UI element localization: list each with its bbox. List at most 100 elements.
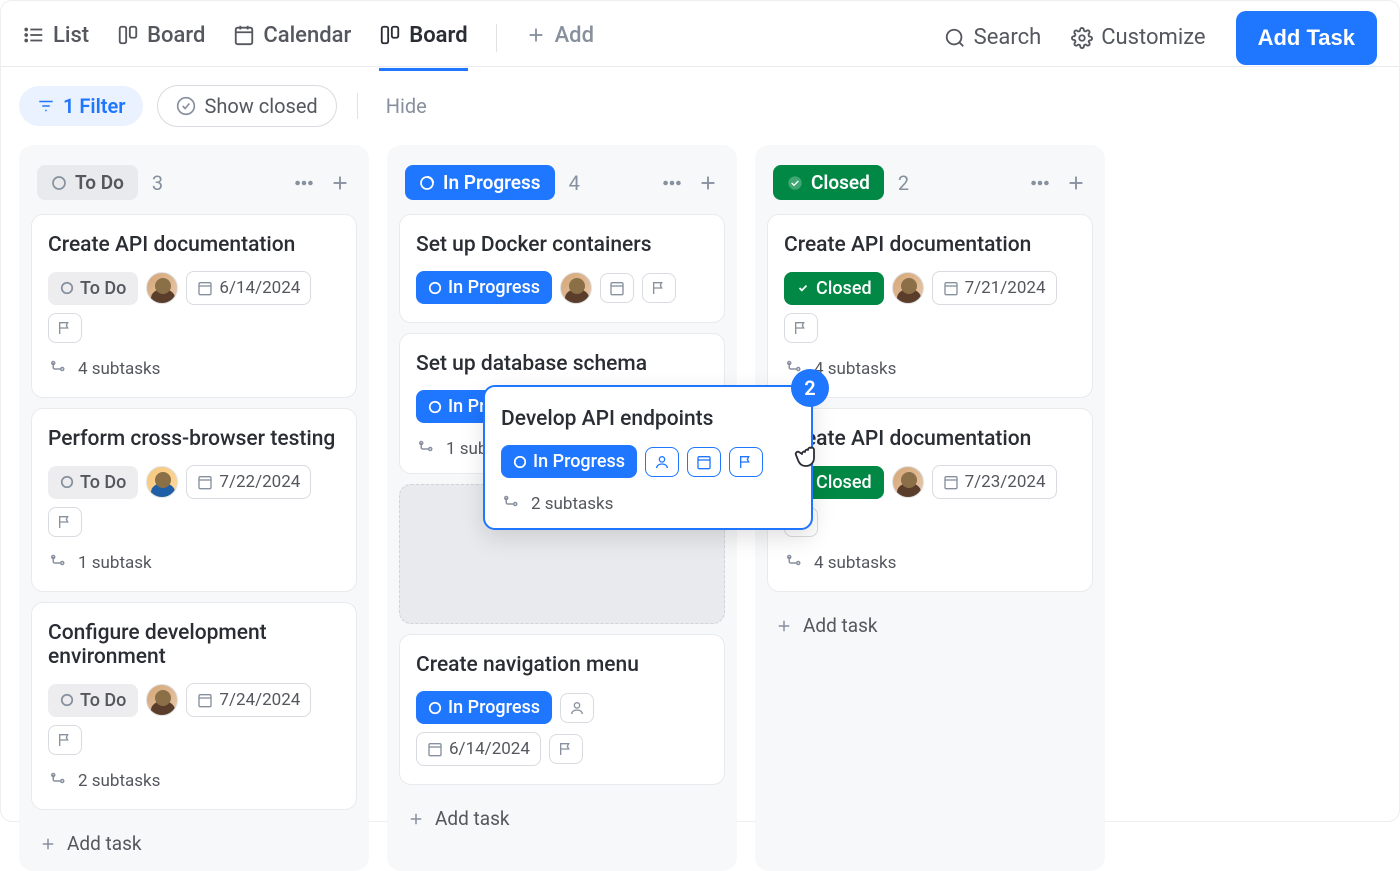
- status-badge[interactable]: To Do: [48, 272, 138, 305]
- check-icon: [787, 175, 803, 191]
- subtasks-indicator[interactable]: 2 subtasks: [48, 771, 340, 791]
- task-card[interactable]: Create navigation menu In Progress 6/14/…: [399, 634, 725, 785]
- calendar-icon: [943, 280, 959, 296]
- avatar[interactable]: [892, 272, 924, 304]
- plus-icon[interactable]: [1065, 172, 1087, 194]
- subtasks-indicator[interactable]: 2 subtasks: [501, 494, 795, 514]
- status-badge[interactable]: Closed: [784, 272, 884, 305]
- date-field[interactable]: 7/23/2024: [932, 465, 1057, 499]
- check-icon: [796, 281, 810, 295]
- filter-bar: 1 Filter Show closed Hide: [1, 67, 1399, 145]
- divider: [357, 93, 358, 119]
- more-icon[interactable]: [1029, 172, 1051, 194]
- column-title: In Progress: [443, 171, 541, 194]
- column-status-badge[interactable]: Closed: [773, 165, 884, 200]
- tab-label: Board: [409, 23, 467, 48]
- date-field[interactable]: [600, 273, 634, 303]
- task-card[interactable]: Set up Docker containers In Progress: [399, 214, 725, 323]
- avatar[interactable]: [146, 684, 178, 716]
- gear-icon: [1071, 27, 1093, 49]
- column-status-badge[interactable]: To Do: [37, 165, 138, 200]
- avatar[interactable]: [146, 466, 178, 498]
- calendar-icon: [696, 454, 712, 470]
- card-title: Create API documentation: [48, 233, 340, 257]
- card-title: Perform cross-browser testing: [48, 427, 340, 451]
- hide-button[interactable]: Hide: [378, 94, 427, 118]
- subtasks-indicator[interactable]: 4 subtasks: [48, 359, 340, 379]
- priority-field[interactable]: [784, 313, 818, 343]
- assignee-field[interactable]: [645, 447, 679, 477]
- subtasks-indicator[interactable]: 4 subtasks: [784, 359, 1076, 379]
- calendar-icon: [197, 474, 213, 490]
- date-field[interactable]: 6/14/2024: [186, 271, 311, 305]
- top-bar: List Board Calendar Board Add Search Cus…: [1, 1, 1399, 67]
- column-count: 3: [152, 171, 163, 195]
- plus-icon[interactable]: [329, 172, 351, 194]
- plus-icon[interactable]: [697, 172, 719, 194]
- tab-list[interactable]: List: [23, 5, 89, 71]
- progress-icon: [428, 701, 442, 715]
- progress-icon: [419, 175, 435, 191]
- avatar[interactable]: [892, 466, 924, 498]
- subtasks-indicator[interactable]: 1 subtask: [48, 553, 340, 573]
- subtask-icon: [416, 440, 434, 458]
- filter-chip[interactable]: 1 Filter: [19, 86, 143, 126]
- search-button[interactable]: Search: [944, 25, 1042, 50]
- date-field[interactable]: 7/21/2024: [932, 271, 1057, 305]
- show-closed-chip[interactable]: Show closed: [157, 85, 336, 127]
- priority-field[interactable]: [48, 507, 82, 537]
- task-card[interactable]: Create API documentation Closed 7/23/202…: [767, 408, 1093, 592]
- plus-icon: [407, 810, 425, 828]
- flag-icon: [558, 741, 574, 757]
- flag-icon: [793, 320, 809, 336]
- person-icon: [569, 700, 585, 716]
- search-icon: [944, 27, 966, 49]
- tab-add-view[interactable]: Add: [525, 5, 594, 71]
- task-card[interactable]: Create API documentation To Do 6/14/2024…: [31, 214, 357, 398]
- column-status-badge[interactable]: In Progress: [405, 165, 555, 200]
- date-field[interactable]: 6/14/2024: [416, 732, 541, 766]
- priority-field[interactable]: [729, 447, 763, 477]
- dragging-card[interactable]: 2 Develop API endpoints In Progress 2 su…: [483, 385, 813, 530]
- subtask-icon: [48, 554, 66, 572]
- circle-icon: [60, 693, 74, 707]
- add-task-button[interactable]: Add Task: [1236, 11, 1377, 65]
- status-badge[interactable]: To Do: [48, 684, 138, 717]
- plus-icon: [39, 835, 57, 853]
- add-task-column[interactable]: Add task: [767, 602, 1093, 641]
- priority-field[interactable]: [549, 734, 583, 764]
- date-field[interactable]: 7/24/2024: [186, 683, 311, 717]
- tab-label: Board: [147, 23, 205, 48]
- subtasks-indicator[interactable]: 4 subtasks: [784, 553, 1076, 573]
- status-badge[interactable]: In Progress: [416, 271, 552, 304]
- more-icon[interactable]: [661, 172, 683, 194]
- column-header: To Do 3: [31, 157, 357, 214]
- customize-button[interactable]: Customize: [1071, 25, 1205, 50]
- filter-label: 1 Filter: [63, 94, 125, 118]
- avatar[interactable]: [146, 272, 178, 304]
- more-icon[interactable]: [293, 172, 315, 194]
- status-badge[interactable]: To Do: [48, 466, 138, 499]
- task-card[interactable]: Configure development environment To Do …: [31, 602, 357, 810]
- status-badge[interactable]: In Progress: [501, 445, 637, 478]
- priority-field[interactable]: [48, 313, 82, 343]
- status-badge[interactable]: In Progress: [416, 691, 552, 724]
- avatar[interactable]: [560, 272, 592, 304]
- tab-board-active[interactable]: Board: [379, 5, 467, 71]
- add-task-column[interactable]: Add task: [399, 795, 725, 834]
- tab-calendar[interactable]: Calendar: [233, 5, 351, 71]
- task-card[interactable]: Perform cross-browser testing To Do 7/22…: [31, 408, 357, 592]
- date-field[interactable]: [687, 447, 721, 477]
- show-closed-label: Show closed: [204, 94, 317, 118]
- card-title: Develop API endpoints: [501, 407, 795, 431]
- search-label: Search: [974, 25, 1042, 50]
- priority-field[interactable]: [48, 725, 82, 755]
- board-icon: [379, 24, 401, 46]
- priority-field[interactable]: [642, 273, 676, 303]
- subtask-icon: [501, 495, 519, 513]
- date-field[interactable]: 7/22/2024: [186, 465, 311, 499]
- add-task-column[interactable]: Add task: [31, 820, 357, 859]
- assignee-field[interactable]: [560, 693, 594, 723]
- subtask-icon: [48, 772, 66, 790]
- tab-board-alt[interactable]: Board: [117, 5, 205, 71]
